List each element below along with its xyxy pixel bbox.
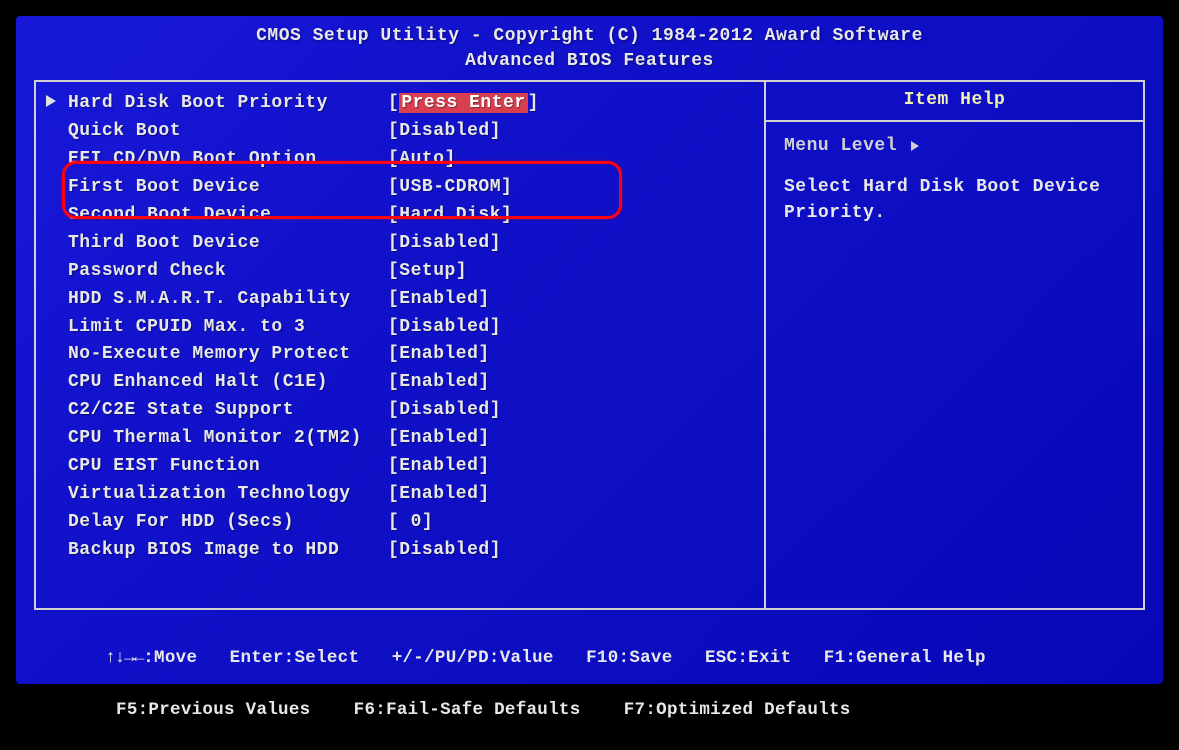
menu-item-value: [Enabled] (388, 425, 490, 453)
selection-arrow-icon (46, 90, 68, 118)
menu-item-value: [Disabled] (388, 537, 501, 565)
menu-item-label: Quick Boot (68, 118, 388, 146)
menu-row[interactable]: Quick Boot[Disabled] (46, 118, 754, 146)
hint-f1: F1:General Help (824, 648, 986, 668)
menu-item-label: No-Execute Memory Protect (68, 341, 388, 369)
menu-level-label: Menu Level (784, 136, 897, 156)
menu-item-label: CPU Enhanced Halt (C1E) (68, 369, 388, 397)
menu-item-value: [USB-CDROM] (388, 174, 512, 202)
menu-row[interactable]: CPU EIST Function[Enabled] (46, 453, 754, 481)
menu-item-label: Hard Disk Boot Priority (68, 90, 388, 118)
hint-esc: ESC:Exit (705, 648, 791, 668)
menu-item-value: [Disabled] (388, 397, 501, 425)
menu-item-label: Third Boot Device (68, 230, 388, 258)
menu-item-label: Limit CPUID Max. to 3 (68, 314, 388, 342)
menu-item-value: [Auto] (388, 146, 456, 174)
menu-row[interactable]: Virtualization Technology[Enabled] (46, 481, 754, 509)
arrow-keys-icon: ↑↓→← (105, 648, 143, 668)
hint-pupd: +/-/PU/PD:Value (392, 648, 554, 668)
menu-item-label: First Boot Device (68, 174, 388, 202)
triangle-right-icon (911, 141, 919, 151)
menu-row[interactable]: No-Execute Memory Protect[Enabled] (46, 341, 754, 369)
menu-item-label: Second Boot Device (68, 202, 388, 230)
menu-row[interactable]: Third Boot Device[Disabled] (46, 230, 754, 258)
menu-row[interactable]: Hard Disk Boot Priority[Press Enter] (46, 90, 754, 118)
menu-item-value: [Disabled] (388, 230, 501, 258)
menu-item-label: EFI CD/DVD Boot Option (68, 146, 388, 174)
menu-row[interactable]: C2/C2E State Support[Disabled] (46, 397, 754, 425)
menu-item-value: [Press Enter] (388, 90, 539, 118)
menu-item-value: [Setup] (388, 258, 467, 286)
menu-level-row: Menu Level (784, 136, 1125, 156)
menu-row[interactable]: HDD S.M.A.R.T. Capability[Enabled] (46, 286, 754, 314)
menu-item-value: [Hard Disk] (388, 202, 512, 230)
settings-panel: Hard Disk Boot Priority[Press Enter]Quic… (34, 80, 765, 610)
menu-item-label: Delay For HDD (Secs) (68, 509, 388, 537)
menu-item-label: C2/C2E State Support (68, 397, 388, 425)
menu-row[interactable]: EFI CD/DVD Boot Option[Auto] (46, 146, 754, 174)
hint-f6: F6:Fail-Safe Defaults (354, 700, 581, 720)
help-panel: Item Help Menu Level Select Hard Disk Bo… (765, 80, 1145, 610)
menu-row[interactable]: Backup BIOS Image to HDD[Disabled] (46, 537, 754, 565)
menu-item-label: Password Check (68, 258, 388, 286)
help-title: Item Help (766, 90, 1143, 122)
menu-item-label: Backup BIOS Image to HDD (68, 537, 388, 565)
menu-item-label: Virtualization Technology (68, 481, 388, 509)
menu-item-label: CPU Thermal Monitor 2(TM2) (68, 425, 388, 453)
menu-row[interactable]: Second Boot Device[Hard Disk] (46, 202, 754, 230)
help-description: Select Hard Disk Boot Device Priority. (784, 174, 1125, 226)
bios-screen: CMOS Setup Utility - Copyright (C) 1984-… (16, 16, 1163, 684)
menu-item-value: [Disabled] (388, 314, 501, 342)
menu-item-label: HDD S.M.A.R.T. Capability (68, 286, 388, 314)
menu-item-value: [Enabled] (388, 369, 490, 397)
header-line-1: CMOS Setup Utility - Copyright (C) 1984-… (34, 24, 1145, 49)
menu-item-value: [Disabled] (388, 118, 501, 146)
menu-item-label: CPU EIST Function (68, 453, 388, 481)
menu-item-value: [Enabled] (388, 453, 490, 481)
hint-move: :Move (143, 648, 197, 668)
menu-row[interactable]: First Boot Device[USB-CDROM] (46, 174, 754, 202)
menu-row[interactable]: CPU Thermal Monitor 2(TM2)[Enabled] (46, 425, 754, 453)
footer-hints: ↑↓→←:Move Enter:Select +/-/PU/PD:Value F… (34, 618, 1145, 749)
menu-item-value: [ 0] (388, 509, 433, 537)
menu-item-value: [Enabled] (388, 481, 490, 509)
hint-enter: Enter:Select (230, 648, 360, 668)
hint-f7: F7:Optimized Defaults (624, 700, 851, 720)
menu-row[interactable]: Limit CPUID Max. to 3[Disabled] (46, 314, 754, 342)
header-line-2: Advanced BIOS Features (34, 49, 1145, 74)
menu-row[interactable]: CPU Enhanced Halt (C1E)[Enabled] (46, 369, 754, 397)
menu-item-value: [Enabled] (388, 341, 490, 369)
menu-row[interactable]: Delay For HDD (Secs)[ 0] (46, 509, 754, 537)
menu-item-value: [Enabled] (388, 286, 490, 314)
bios-header: CMOS Setup Utility - Copyright (C) 1984-… (34, 24, 1145, 74)
hint-f5: F5:Previous Values (116, 700, 310, 720)
hint-f10: F10:Save (586, 648, 672, 668)
menu-row[interactable]: Password Check[Setup] (46, 258, 754, 286)
